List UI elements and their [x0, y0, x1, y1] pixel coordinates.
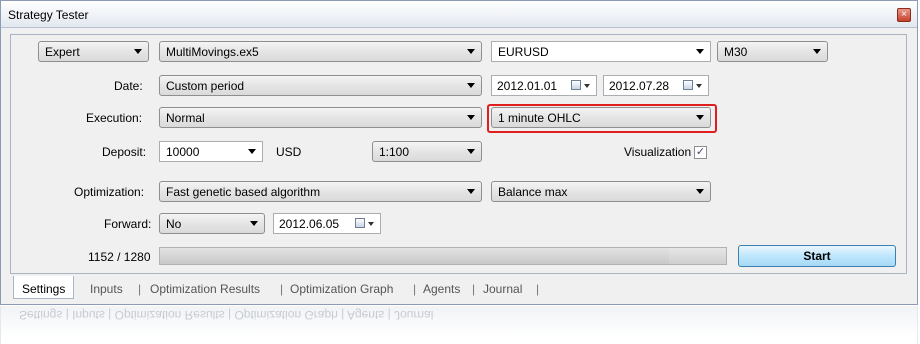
execution-label: Execution: — [86, 111, 143, 125]
reflection-text: Settings | Inputs | Optimization Results… — [19, 308, 434, 322]
chevron-down-icon — [248, 149, 256, 154]
leverage-select[interactable]: 1:100 — [372, 141, 482, 162]
forward-value: No — [166, 217, 182, 231]
timeframe-select[interactable]: M30 — [717, 41, 828, 62]
mode-value: Expert — [45, 45, 80, 59]
execution-select[interactable]: Normal — [159, 107, 482, 128]
symbol-select[interactable]: EURUSD — [491, 41, 711, 62]
tab-optimization-graph[interactable]: Optimization Graph — [290, 282, 393, 296]
date-from-value: 2012.01.01 — [497, 79, 558, 93]
calendar-icon — [355, 218, 365, 228]
tab-settings[interactable]: Settings — [13, 276, 75, 299]
tab-bar: Settings Inputs | Optimization Results |… — [9, 276, 906, 300]
deposit-label: Deposit: — [102, 145, 147, 159]
window-title: Strategy Tester — [8, 8, 89, 22]
date-mode-select[interactable]: Custom period — [159, 75, 482, 96]
chevron-down-icon — [467, 49, 475, 54]
optimization-label: Optimization: — [74, 185, 145, 199]
tab-separator: | — [138, 282, 142, 296]
execution-value: Normal — [166, 111, 205, 125]
close-icon[interactable]: × — [897, 8, 911, 22]
chevron-down-icon — [813, 49, 821, 54]
date-label: Date: — [114, 79, 143, 93]
optimization-value: Fast genetic based algorithm — [166, 185, 321, 199]
title-bar: Strategy Tester × — [1, 1, 917, 28]
deposit-value: 10000 — [166, 145, 200, 159]
chevron-down-icon — [368, 222, 374, 226]
timeframe-value: M30 — [724, 45, 748, 59]
chevron-down-icon — [696, 49, 704, 54]
window-reflection: Settings | Inputs | Optimization Results… — [0, 306, 918, 344]
tab-optimization-results[interactable]: Optimization Results — [150, 282, 260, 296]
optimization-select[interactable]: Fast genetic based algorithm — [159, 181, 482, 202]
chevron-down-icon — [467, 115, 475, 120]
visualization-label: Visualization — [624, 145, 692, 159]
calendar-icon — [683, 80, 693, 90]
progress-fill — [160, 248, 670, 264]
tab-journal[interactable]: Journal — [483, 282, 522, 296]
forward-select[interactable]: No — [159, 213, 265, 234]
chevron-down-icon — [467, 189, 475, 194]
tab-separator: | — [536, 282, 540, 296]
expert-select[interactable]: MultiMovings.ex5 — [159, 41, 482, 62]
criterion-select[interactable]: Balance max — [491, 181, 711, 202]
tab-inputs[interactable]: Inputs — [90, 282, 123, 296]
chevron-down-icon — [134, 49, 142, 54]
currency-label: USD — [276, 145, 302, 159]
progress-counter: 1152 / 1280 — [88, 250, 151, 264]
visualization-checkbox[interactable]: ✓ — [694, 146, 707, 159]
symbol-value: EURUSD — [498, 45, 549, 59]
chevron-down-icon — [584, 84, 590, 88]
date-from-picker[interactable]: 2012.01.01 — [491, 75, 597, 96]
tab-separator: | — [472, 282, 476, 296]
start-button[interactable]: Start — [738, 245, 896, 267]
date-to-picker[interactable]: 2012.07.28 — [603, 75, 709, 96]
tab-separator: | — [413, 282, 417, 296]
calendar-icon — [571, 80, 581, 90]
chevron-down-icon — [467, 83, 475, 88]
chevron-down-icon — [250, 221, 258, 226]
forward-date-value: 2012.06.05 — [279, 217, 340, 231]
chevron-down-icon — [696, 189, 704, 194]
progress-bar — [159, 247, 727, 265]
modelling-highlight — [487, 104, 717, 133]
criterion-value: Balance max — [498, 185, 568, 199]
mode-select[interactable]: Expert — [38, 41, 149, 62]
forward-label: Forward: — [104, 217, 152, 231]
tab-separator: | — [280, 282, 284, 296]
leverage-value: 1:100 — [379, 145, 410, 159]
expert-value: MultiMovings.ex5 — [166, 45, 259, 59]
tab-agents[interactable]: Agents — [423, 282, 460, 296]
date-mode-value: Custom period — [166, 79, 245, 93]
chevron-down-icon — [467, 149, 475, 154]
date-to-value: 2012.07.28 — [609, 79, 670, 93]
chevron-down-icon — [696, 84, 702, 88]
deposit-select[interactable]: 10000 — [159, 141, 263, 162]
forward-date-picker[interactable]: 2012.06.05 — [273, 213, 381, 234]
